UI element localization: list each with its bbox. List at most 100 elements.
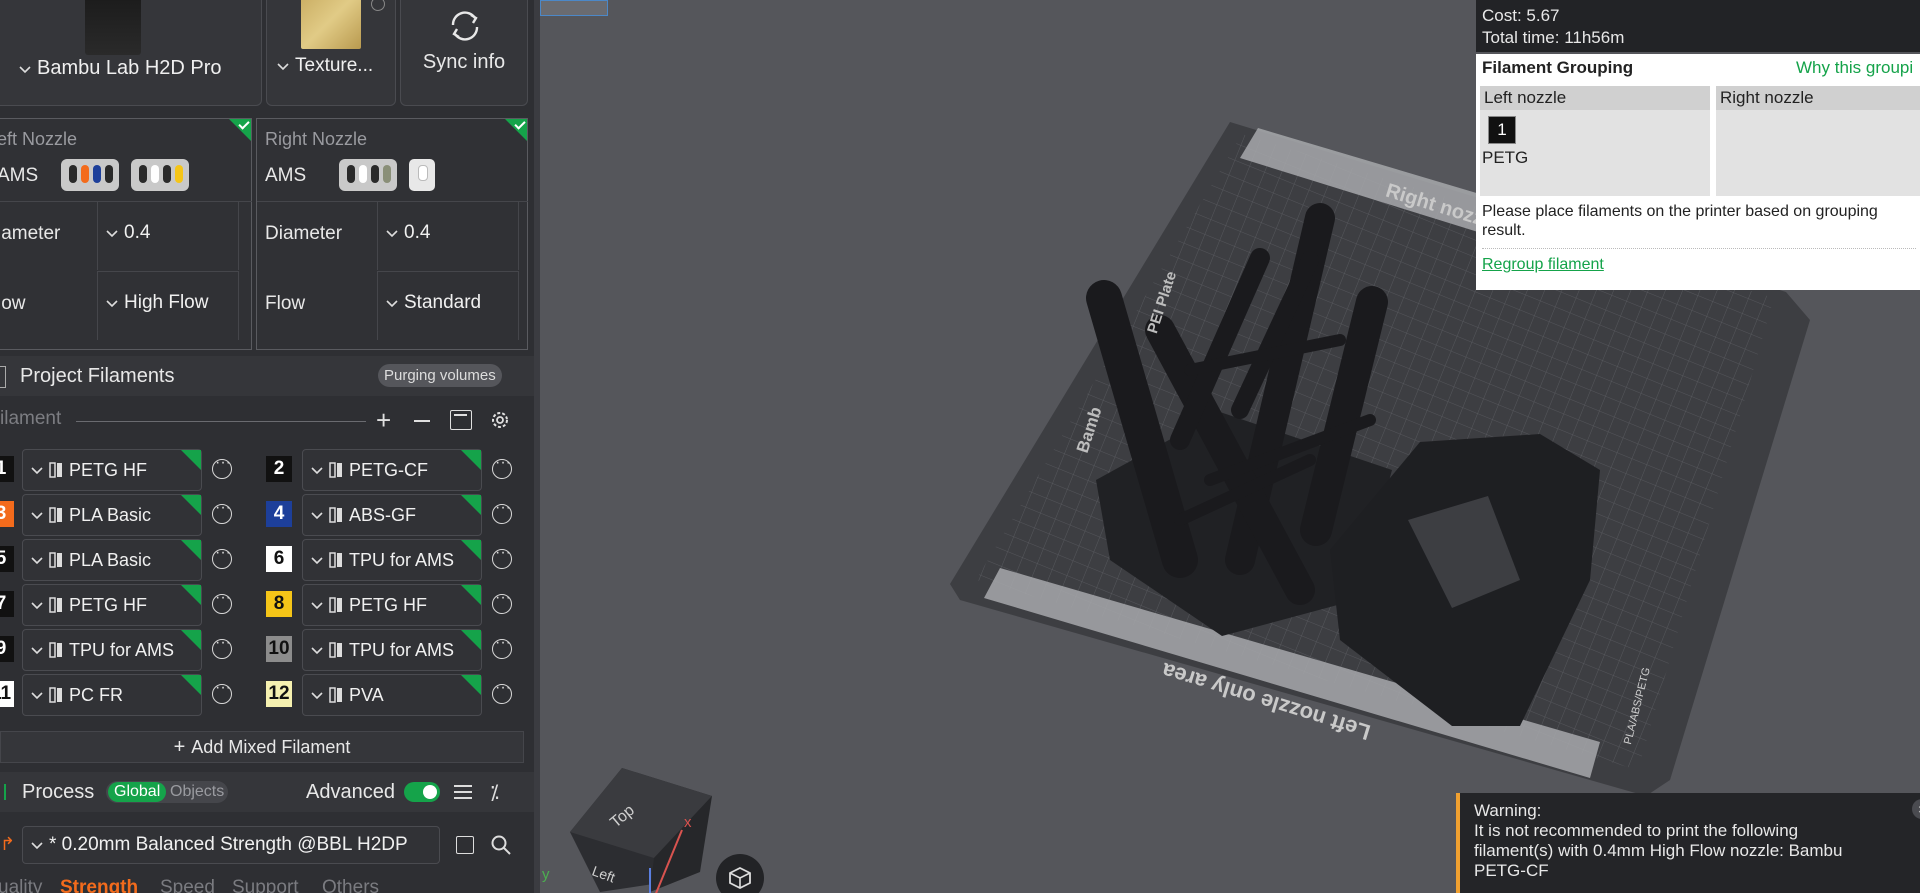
more-options-icon[interactable] [212, 589, 232, 614]
objects-tab[interactable]: Objects [170, 783, 224, 801]
filament-number-badge[interactable]: 2 [266, 456, 292, 482]
more-options-icon[interactable] [212, 454, 232, 479]
chevron-down-icon [311, 510, 323, 520]
filament-number-badge[interactable]: 12 [266, 681, 292, 707]
filament-type-icon [49, 507, 63, 523]
more-options-icon[interactable] [212, 499, 232, 524]
tab-support[interactable]: Support [232, 877, 299, 893]
right-diameter-select[interactable]: 0.4 [377, 201, 519, 270]
purging-volumes-button[interactable]: Purging volumes [378, 364, 502, 387]
filament-name: PLA Basic [69, 549, 152, 570]
more-options-icon[interactable] [492, 679, 512, 704]
filament-select[interactable]: PETG-CF [302, 449, 482, 491]
process-mode-switch[interactable]: Global Objects [106, 781, 228, 803]
advanced-toggle[interactable] [404, 782, 440, 802]
divider [1482, 248, 1916, 250]
close-icon[interactable]: × [1912, 799, 1920, 819]
filament-number-badge[interactable]: 1 [0, 456, 14, 482]
chevron-down-icon [31, 690, 43, 700]
filament-select[interactable]: TPU for AMS [22, 629, 202, 671]
filament-number-badge[interactable]: 10 [266, 636, 292, 662]
save-icon[interactable] [456, 836, 474, 854]
filament-name: TPU for AMS [69, 639, 175, 660]
filament-name: TPU for AMS [349, 639, 455, 660]
add-mixed-filament-label: Add Mixed Filament [191, 736, 351, 757]
filament-name: PLA Basic [69, 504, 152, 525]
plate-card[interactable]: Texture... [266, 0, 396, 106]
chevron-down-icon [311, 465, 323, 475]
filament-sync-icon[interactable] [450, 410, 472, 430]
filament-number-badge[interactable]: 11 [0, 681, 14, 707]
filament-type-icon [49, 642, 63, 658]
filament-number-badge[interactable]: 5 [0, 546, 14, 572]
check-icon [181, 540, 201, 560]
filament-number-badge[interactable]: 4 [266, 501, 292, 527]
filament-select[interactable]: PETG HF [22, 449, 202, 491]
tab-strength[interactable]: Strength [60, 877, 138, 893]
check-icon [505, 119, 527, 141]
left-diameter-value: 0.4 [124, 222, 151, 243]
ams-unit-icon[interactable] [131, 159, 189, 191]
filament-number-badge[interactable]: 6 [266, 546, 292, 572]
more-options-icon[interactable] [492, 454, 512, 479]
filament-section-icon [0, 366, 6, 388]
remove-filament-icon[interactable] [414, 420, 430, 422]
printer-card[interactable]: Bambu Lab H2D Pro [0, 0, 262, 106]
compare-icon[interactable]: ⁒ [490, 780, 499, 805]
filament-number-badge[interactable]: 8 [266, 591, 292, 617]
filament-select[interactable]: PETG HF [22, 584, 202, 626]
more-options-icon[interactable] [212, 544, 232, 569]
info-icon[interactable] [371, 0, 385, 11]
filament-number-badge[interactable]: 3 [0, 501, 14, 527]
tab-quality[interactable]: uality [0, 877, 42, 893]
filament-type-icon [329, 462, 343, 478]
more-options-icon[interactable] [492, 634, 512, 659]
left-diameter-select[interactable]: 0.4 [97, 201, 239, 270]
left-sidebar: Bambu Lab H2D Pro Texture... Sync info e… [0, 0, 534, 893]
search-icon[interactable] [490, 834, 512, 856]
warning-toast: Warning: It is not recommended to print … [1456, 793, 1920, 893]
ams-unit-icon[interactable] [339, 159, 397, 191]
filament-row: 7 PETG HF 8 PETG HF [0, 582, 534, 626]
filament-select[interactable]: ABS-GF [302, 494, 482, 536]
filament-type-icon [49, 552, 63, 568]
more-options-icon[interactable] [492, 499, 512, 524]
regroup-filament-link[interactable]: Regroup filament [1482, 256, 1604, 274]
left-diameter-label: iameter [0, 223, 61, 244]
more-options-icon[interactable] [212, 679, 232, 704]
ams-lite-icon[interactable] [409, 159, 435, 191]
filament-select[interactable]: TPU for AMS [302, 629, 482, 671]
tab-others[interactable]: Others [322, 877, 379, 893]
filament-name: PC FR [69, 684, 123, 705]
left-flow-select[interactable]: High Flow [97, 271, 239, 340]
filament-select[interactable]: PVA [302, 674, 482, 716]
project-filaments-header[interactable]: Project Filaments Purging volumes [0, 356, 534, 396]
more-options-icon[interactable] [212, 634, 232, 659]
grouped-filament-badge[interactable]: 1 [1488, 116, 1516, 144]
check-icon [461, 675, 481, 695]
gear-icon[interactable] [489, 409, 511, 431]
add-mixed-filament-button[interactable]: + Add Mixed Filament [0, 731, 524, 763]
filament-select[interactable]: PLA Basic [22, 494, 202, 536]
plate-name: Texture... [295, 55, 374, 76]
left-ams-label: AMS [0, 165, 39, 186]
why-grouping-link[interactable]: Why this groupi [1796, 58, 1913, 78]
process-preset-select[interactable]: * 0.20mm Balanced Strength @BBL H2DP [22, 826, 440, 864]
filament-select[interactable]: TPU for AMS [302, 539, 482, 581]
filament-select[interactable]: PC FR [22, 674, 202, 716]
right-ams-label: AMS [265, 165, 307, 186]
list-icon[interactable] [454, 784, 472, 800]
filament-select[interactable]: PLA Basic [22, 539, 202, 581]
add-filament-icon[interactable]: + [376, 407, 391, 433]
more-options-icon[interactable] [492, 544, 512, 569]
more-options-icon[interactable] [492, 589, 512, 614]
filament-number-badge[interactable]: 9 [0, 636, 14, 662]
right-flow-select[interactable]: Standard [377, 271, 519, 340]
global-tab[interactable]: Global [108, 782, 167, 802]
ams-unit-icon[interactable] [61, 159, 119, 191]
check-icon [181, 630, 201, 650]
tab-speed[interactable]: Speed [160, 877, 215, 893]
filament-number-badge[interactable]: 7 [0, 591, 14, 617]
filament-select[interactable]: PETG HF [302, 584, 482, 626]
sync-info-button[interactable]: Sync info [400, 0, 528, 106]
